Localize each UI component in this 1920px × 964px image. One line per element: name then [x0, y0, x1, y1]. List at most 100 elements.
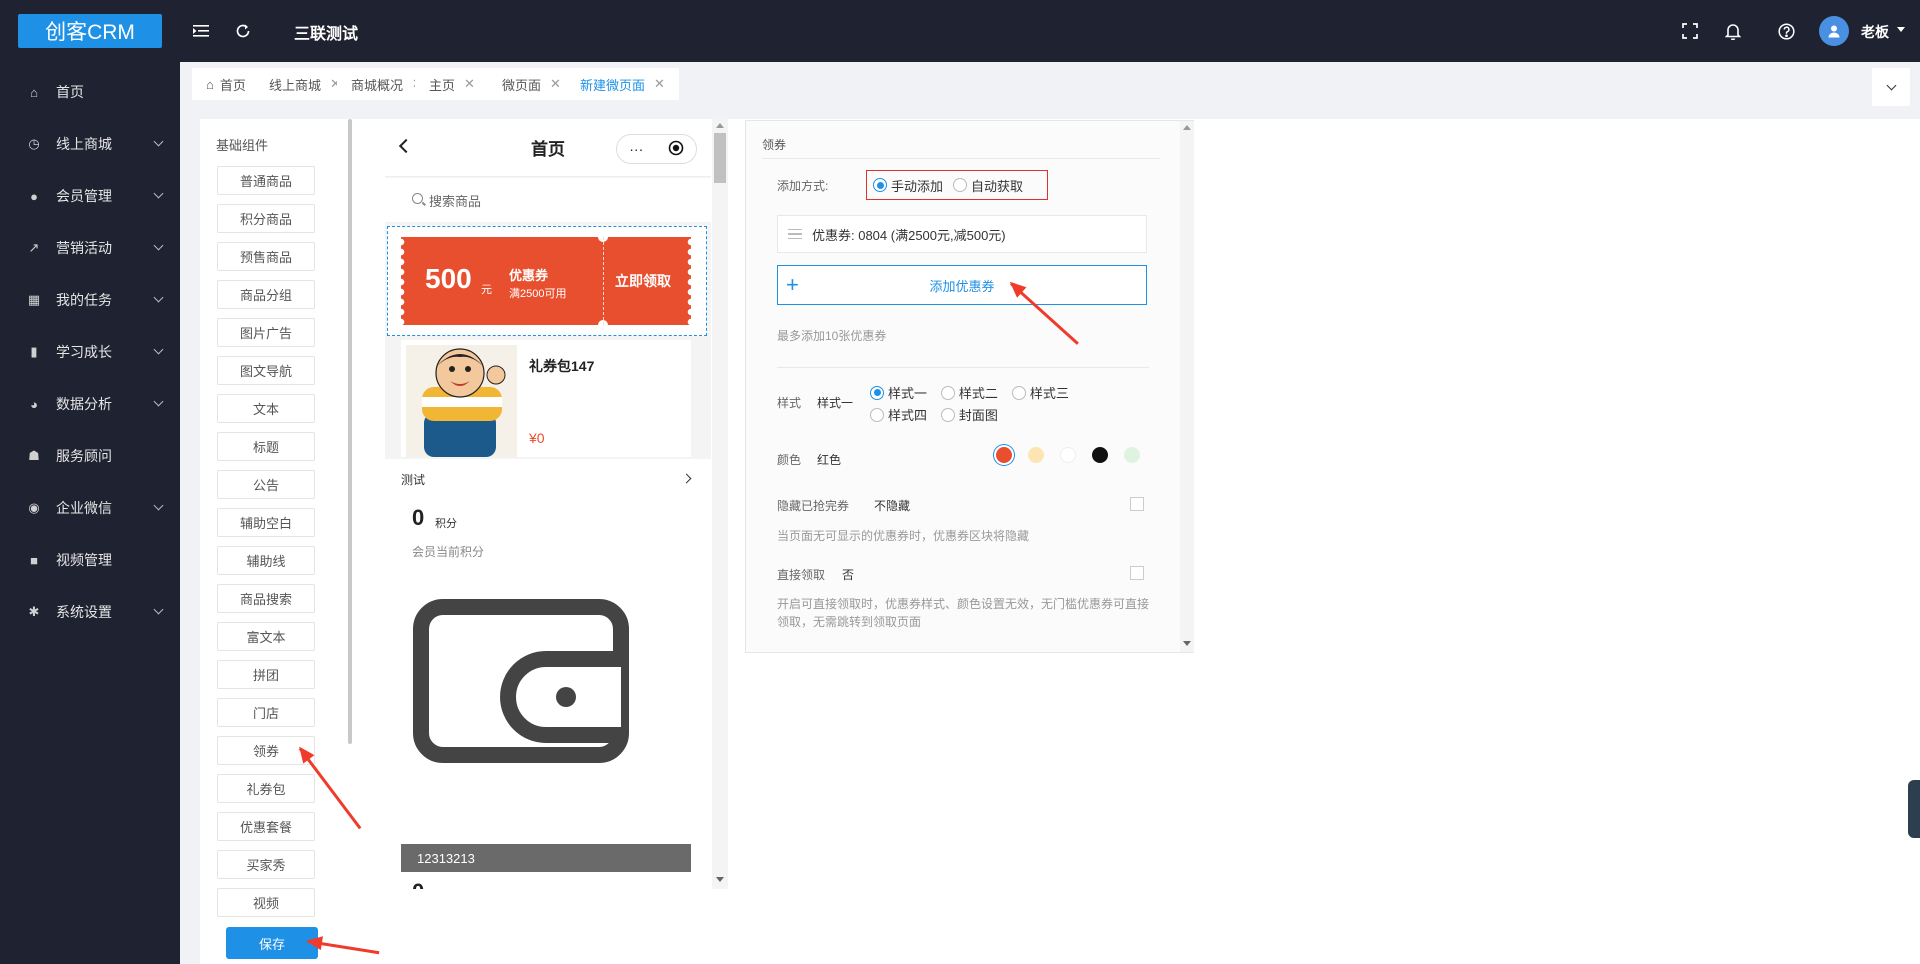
sidebar-item-1[interactable]: ◷ 线上商城: [0, 118, 180, 170]
component-button[interactable]: 买家秀: [217, 850, 315, 879]
component-button[interactable]: 辅助线: [217, 546, 315, 575]
scroll-up-arrow-icon[interactable]: [716, 123, 724, 128]
phone-search-bar[interactable]: 搜索商品: [385, 178, 711, 222]
save-button[interactable]: 保存: [226, 927, 318, 959]
user-dropdown-caret-icon[interactable]: [1897, 27, 1905, 32]
sidebar-item-3[interactable]: ↗ 营销活动: [0, 222, 180, 274]
chevron-down-icon: [153, 344, 164, 355]
component-button[interactable]: 礼券包: [217, 774, 315, 803]
component-button[interactable]: 标题: [217, 432, 315, 461]
book-icon: ▮: [30, 344, 38, 359]
sidebar-item-label: 我的任务: [56, 292, 112, 308]
tabs-dropdown-button[interactable]: [1872, 68, 1910, 106]
scroll-down-arrow-icon[interactable]: [1183, 641, 1191, 646]
sidebar-item-10[interactable]: ✱ 系统设置: [0, 586, 180, 638]
swatch-red[interactable]: [996, 447, 1012, 463]
chevron-down-icon: [153, 604, 164, 615]
sidebar-item-5[interactable]: ▮ 学习成长: [0, 326, 180, 378]
gift-package-card[interactable]: 礼券包147 ¥0: [401, 340, 691, 457]
refresh-icon[interactable]: [232, 20, 254, 42]
scroll-down-arrow-icon[interactable]: [716, 877, 724, 882]
radio-style-cover[interactable]: 封面图: [940, 405, 998, 424]
swatch-cream[interactable]: [1028, 447, 1044, 463]
close-icon[interactable]: ✕: [654, 76, 665, 92]
points-block[interactable]: 测试 0 积分 会员当前积分 12313213 0 积分: [385, 459, 711, 889]
search-placeholder: 搜索商品: [429, 194, 482, 209]
component-button[interactable]: 商品分组: [217, 280, 315, 309]
coupon-get-button[interactable]: 立即领取: [615, 271, 671, 291]
radio-style-1[interactable]: 样式一: [870, 383, 927, 402]
component-button[interactable]: 辅助空白: [217, 508, 315, 537]
hide-checkbox[interactable]: [1130, 497, 1144, 511]
bell-icon[interactable]: [1722, 20, 1744, 42]
component-button[interactable]: 富文本: [217, 622, 315, 651]
component-button[interactable]: 公告: [217, 470, 315, 499]
selected-coupon-item[interactable]: 优惠券: 0804 (满2500元,减500元): [777, 215, 1147, 253]
tab-5[interactable]: 新建微页面 ✕: [566, 68, 679, 100]
sidebar-item-2[interactable]: ● 会员管理: [0, 170, 180, 222]
close-icon[interactable]: ✕: [464, 76, 475, 92]
scroll-up-arrow-icon[interactable]: [1183, 125, 1191, 130]
sidebar-item-label: 营销活动: [56, 240, 112, 256]
drag-handle-icon[interactable]: [788, 229, 802, 239]
tab-3[interactable]: 主页 ✕: [415, 68, 489, 100]
more-icon[interactable]: ···: [629, 141, 643, 157]
scroll-thumb[interactable]: [714, 133, 726, 183]
component-button[interactable]: 视频: [217, 888, 315, 917]
coupon-card[interactable]: 500 元 优惠券 满2500可用 立即领取: [401, 232, 691, 330]
component-button[interactable]: 门店: [217, 698, 315, 727]
sidebar-item-4[interactable]: ▦ 我的任务: [0, 274, 180, 326]
tab-0[interactable]: ⌂ 首页: [192, 68, 260, 100]
close-target-icon[interactable]: [668, 140, 684, 159]
sidebar-item-label: 系统设置: [56, 604, 112, 620]
component-button[interactable]: 积分商品: [217, 204, 315, 233]
add-coupon-button[interactable]: + 添加优惠券: [777, 265, 1147, 305]
component-button[interactable]: 商品搜索: [217, 584, 315, 613]
swatch-white[interactable]: [1060, 447, 1076, 463]
component-button[interactable]: 普通商品: [217, 166, 315, 195]
tab-4[interactable]: 微页面 ✕: [488, 68, 575, 100]
property-panel-scrollbar[interactable]: [1180, 121, 1194, 652]
radio-style-4[interactable]: 样式四: [870, 405, 927, 424]
component-button[interactable]: 文本: [217, 394, 315, 423]
sidebar-item-0[interactable]: ⌂ 首页: [0, 66, 180, 118]
avatar[interactable]: [1819, 16, 1849, 46]
component-panel-scrollbar[interactable]: [348, 119, 352, 744]
component-button[interactable]: 图片广告: [217, 318, 315, 347]
direct-checkbox[interactable]: [1130, 566, 1144, 580]
component-button[interactable]: 拼团: [217, 660, 315, 689]
coupon-left-edge: [401, 237, 407, 325]
points-subtitle: 会员当前积分: [412, 545, 485, 559]
page-title: 三联测试: [294, 26, 359, 43]
floating-side-widget[interactable]: [1908, 780, 1920, 838]
close-icon[interactable]: ✕: [550, 76, 561, 92]
radio-manual-add[interactable]: 手动添加: [873, 176, 943, 195]
sidebar-item-6[interactable]: ◕ 数据分析: [0, 378, 180, 430]
phone-preview: 首页 ··· 搜索商品 500 元 优惠券 满2500可用 立即领取 礼券包14…: [385, 119, 711, 889]
coupon-condition: 满2500可用: [509, 288, 567, 300]
tab-label: 微页面: [502, 77, 542, 93]
sidebar-item-7[interactable]: ☗ 服务顾问: [0, 430, 180, 482]
sidebar-item-8[interactable]: ◉ 企业微信: [0, 482, 180, 534]
component-button[interactable]: 预售商品: [217, 242, 315, 271]
phone-preview-scrollbar[interactable]: [712, 119, 728, 889]
swatch-black[interactable]: [1092, 447, 1108, 463]
component-button[interactable]: 图文导航: [217, 356, 315, 385]
color-value: 红色: [817, 453, 842, 467]
logo[interactable]: 创客CRM: [18, 14, 162, 48]
fullscreen-icon[interactable]: [1679, 20, 1701, 42]
username[interactable]: 老板: [1861, 22, 1889, 42]
component-button[interactable]: 优惠套餐: [217, 812, 315, 841]
style-value: 样式一: [817, 396, 854, 410]
sidebar-item-9[interactable]: ■ 视频管理: [0, 534, 180, 586]
radio-auto-get[interactable]: 自动获取: [953, 176, 1023, 195]
swatch-mint[interactable]: [1124, 447, 1140, 463]
help-icon[interactable]: [1775, 20, 1797, 42]
property-panel-title: 领券: [762, 138, 787, 152]
mini-program-capsule[interactable]: ···: [616, 134, 697, 164]
color-label: 颜色: [777, 453, 802, 467]
points-unit: 积分: [435, 518, 457, 530]
radio-style-3[interactable]: 样式三: [1011, 383, 1069, 402]
menu-fold-icon[interactable]: [190, 20, 212, 42]
radio-style-2[interactable]: 样式二: [940, 383, 998, 402]
